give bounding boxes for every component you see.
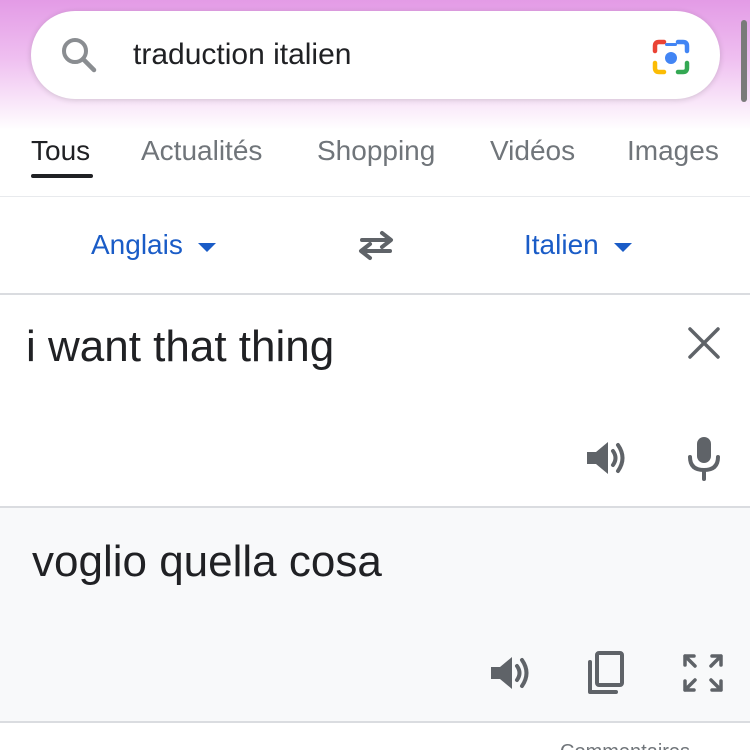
chevron-down-icon <box>197 242 216 252</box>
translation-panel: voglio quella cosa <box>0 508 750 721</box>
google-lens-camera-icon[interactable] <box>651 37 691 77</box>
clear-icon[interactable] <box>686 325 722 361</box>
scrollbar-thumb[interactable] <box>741 20 747 102</box>
source-language-dropdown[interactable]: Anglais <box>91 227 216 263</box>
search-tabs: Tous Actualités Shopping Vidéos Images <box>0 128 750 186</box>
tab-images[interactable]: Images <box>627 133 719 169</box>
active-tab-indicator <box>31 174 93 178</box>
microphone-icon[interactable] <box>684 435 724 481</box>
translation-bottom-divider <box>0 721 750 723</box>
tab-tous[interactable]: Tous <box>31 133 90 169</box>
language-selector-row: Anglais Italien <box>0 197 750 294</box>
source-language-label: Anglais <box>91 229 183 260</box>
target-language-label: Italien <box>524 229 599 260</box>
fullscreen-icon[interactable] <box>682 653 724 693</box>
search-input[interactable]: traduction italien <box>133 37 351 73</box>
translated-text: voglio quella cosa <box>32 537 382 586</box>
target-language-dropdown[interactable]: Italien <box>524 227 632 263</box>
tab-shopping[interactable]: Shopping <box>317 133 435 169</box>
search-box[interactable]: traduction italien <box>31 11 720 99</box>
source-text-input[interactable]: i want that thing <box>26 321 334 373</box>
chevron-down-icon <box>613 242 632 252</box>
swap-arrows-icon[interactable] <box>354 225 398 265</box>
feedback-link[interactable]: Commentaires <box>560 740 690 750</box>
tab-videos[interactable]: Vidéos <box>490 133 575 169</box>
tab-actualites[interactable]: Actualités <box>141 133 262 169</box>
source-text-panel: i want that thing <box>0 295 750 506</box>
speaker-icon[interactable] <box>584 438 630 478</box>
speaker-icon[interactable] <box>488 653 534 693</box>
copy-icon[interactable] <box>586 650 626 696</box>
search-icon[interactable] <box>59 35 99 75</box>
